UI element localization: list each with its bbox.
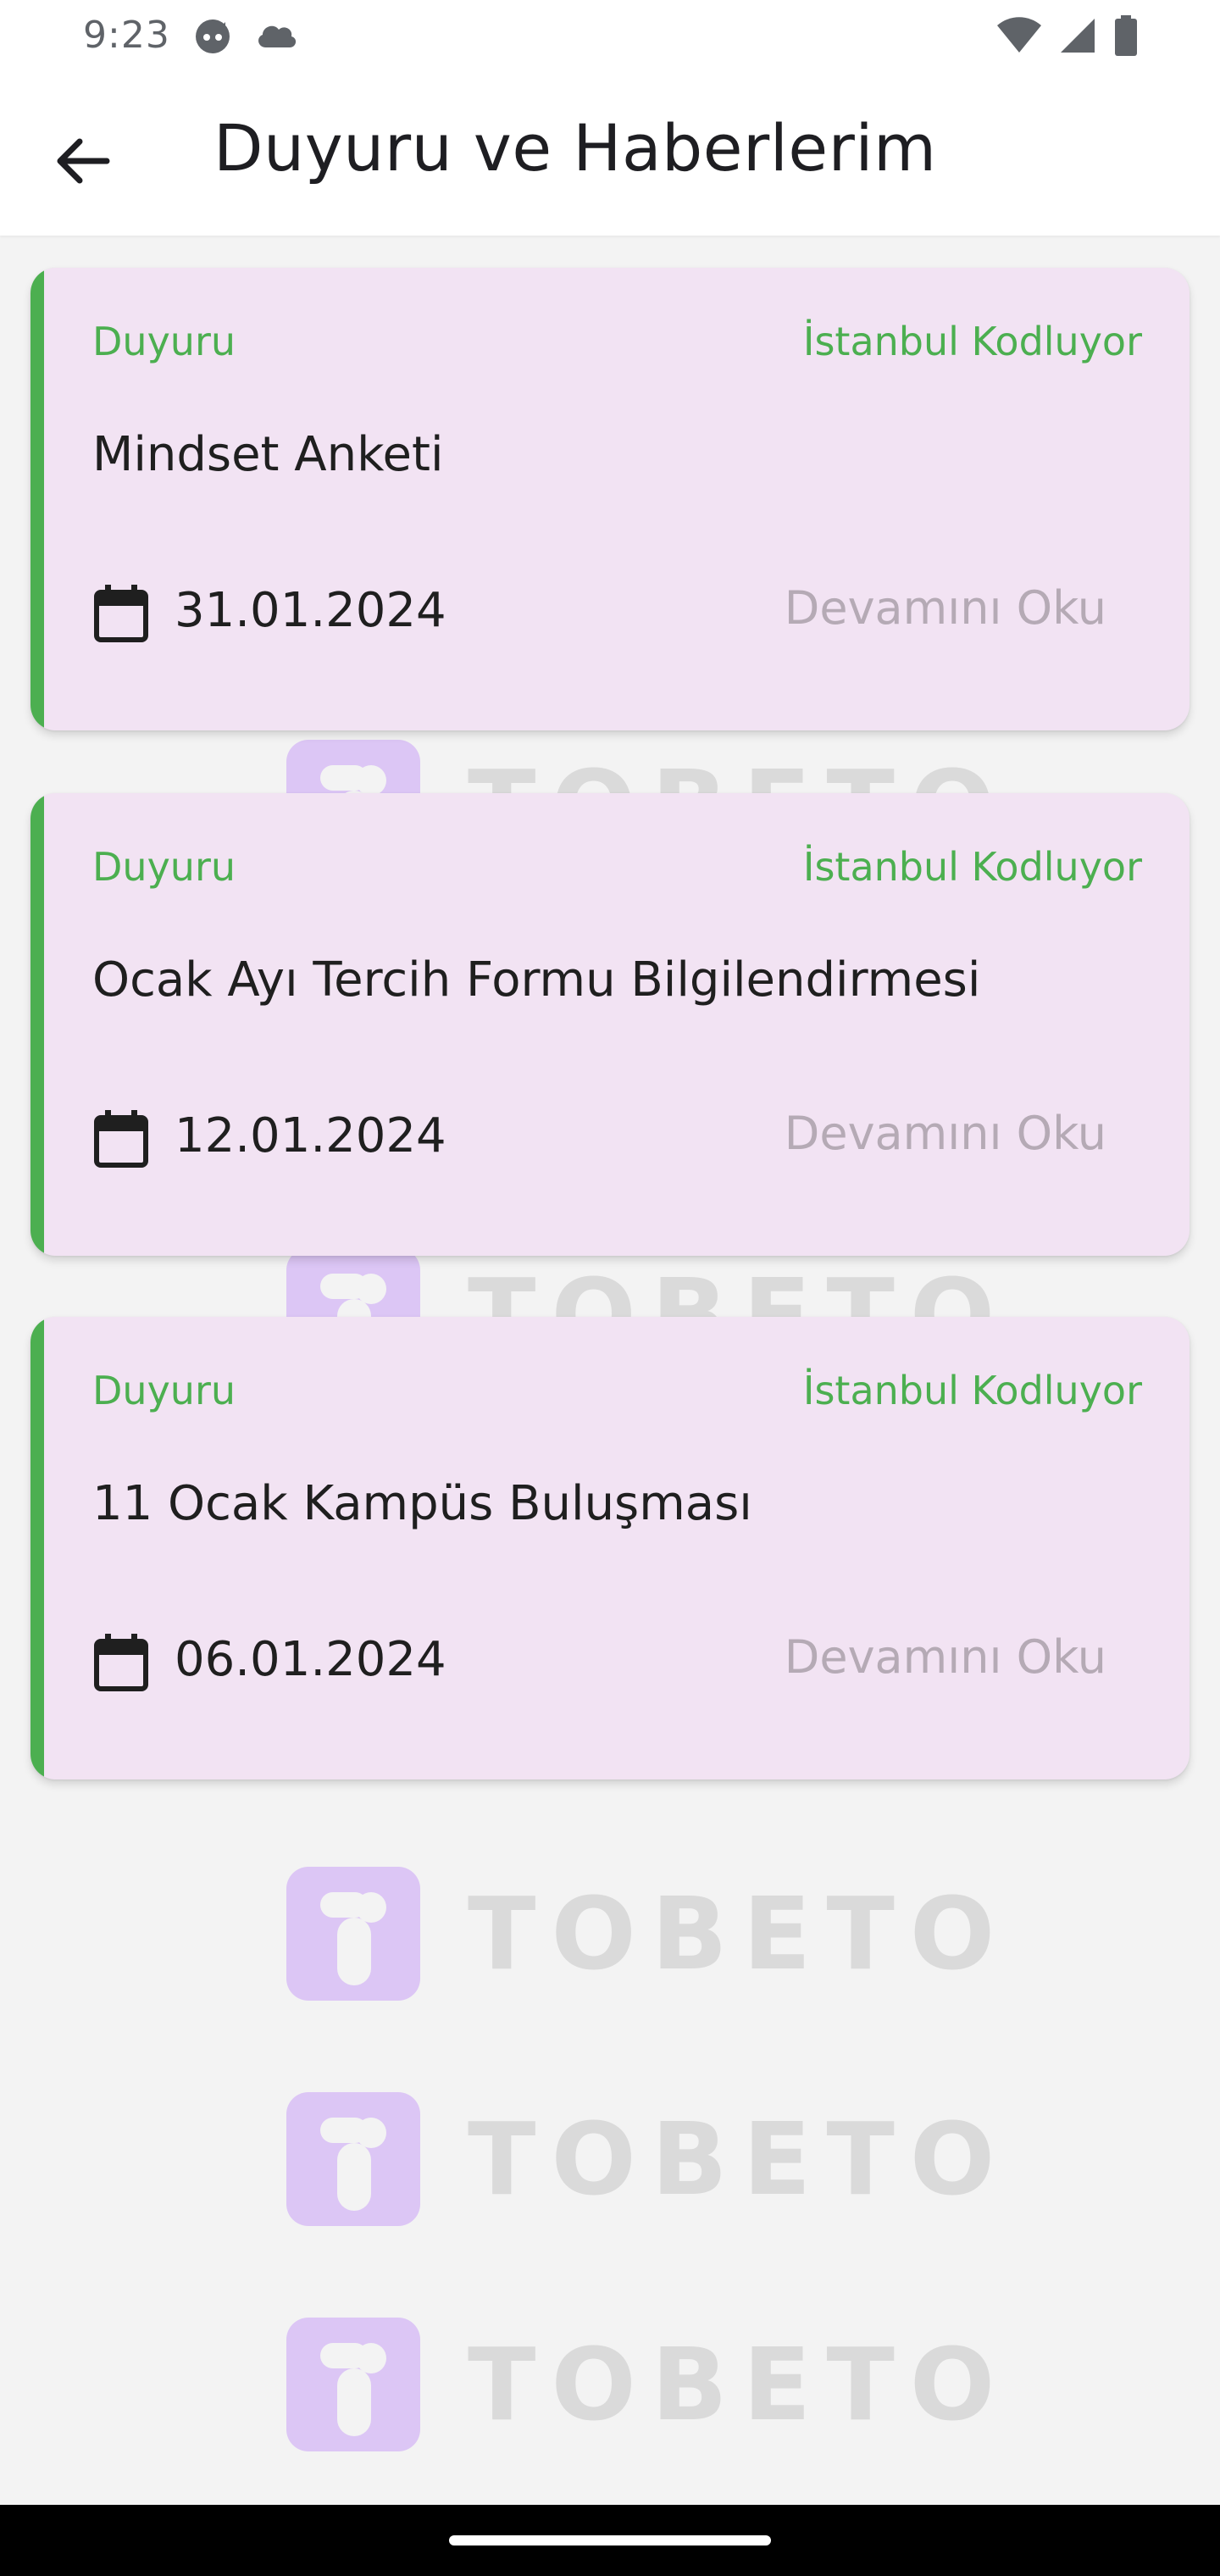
announcement-organization: İstanbul Kodluyor bbox=[802, 844, 1142, 890]
announcement-type: Duyuru bbox=[92, 844, 236, 890]
read-more-link[interactable]: Devamını Oku bbox=[785, 1107, 1106, 1160]
card-accent-bar bbox=[30, 1317, 44, 1779]
announcement-card[interactable]: Duyuru İstanbul Kodluyor Mindset Anketi … bbox=[30, 268, 1190, 730]
status-bar: 9:23 bbox=[0, 0, 1220, 75]
system-nav-bar bbox=[0, 2505, 1220, 2576]
announcement-title: Ocak Ayı Tercih Formu Bilgilendirmesi bbox=[92, 952, 981, 1008]
tobeto-logo-icon bbox=[286, 1867, 420, 2001]
announcement-date: 12.01.2024 bbox=[175, 1108, 446, 1163]
watermark-text: TOBETO bbox=[468, 1875, 1011, 1992]
status-time: 9:23 bbox=[83, 14, 170, 57]
announcement-organization: İstanbul Kodluyor bbox=[802, 319, 1142, 364]
announcement-card[interactable]: Duyuru İstanbul Kodluyor 11 Ocak Kampüs … bbox=[30, 1317, 1190, 1779]
page-title: Duyuru ve Haberlerim bbox=[214, 110, 937, 186]
read-more-link[interactable]: Devamını Oku bbox=[785, 581, 1106, 635]
announcement-type: Duyuru bbox=[92, 1368, 236, 1413]
tobeto-logo-icon bbox=[286, 2092, 420, 2226]
calendar-icon bbox=[94, 1110, 148, 1168]
announcement-organization: İstanbul Kodluyor bbox=[802, 1368, 1142, 1413]
back-button[interactable] bbox=[41, 119, 125, 203]
card-accent-bar bbox=[30, 268, 44, 730]
arrow-left-icon bbox=[57, 138, 110, 184]
read-more-link[interactable]: Devamını Oku bbox=[785, 1630, 1106, 1684]
watermark-logo: TOBETO bbox=[286, 2317, 995, 2452]
watermark-logo: TOBETO bbox=[286, 2091, 995, 2227]
home-gesture-handle[interactable] bbox=[449, 2535, 771, 2545]
tobeto-logo-icon bbox=[286, 2318, 420, 2451]
battery-icon bbox=[1113, 15, 1139, 59]
announcement-title: 11 Ocak Kampüs Buluşması bbox=[92, 1476, 752, 1531]
signal-icon bbox=[1059, 17, 1096, 58]
calendar-icon bbox=[94, 585, 148, 642]
announcement-type: Duyuru bbox=[92, 319, 236, 364]
card-accent-bar bbox=[30, 793, 44, 1256]
calendar-icon bbox=[94, 1634, 148, 1691]
face-icon bbox=[193, 17, 232, 59]
announcement-title: Mindset Anketi bbox=[92, 427, 444, 482]
announcement-date: 06.01.2024 bbox=[175, 1632, 446, 1687]
wifi-icon bbox=[996, 17, 1042, 58]
watermark-text: TOBETO bbox=[468, 2101, 1011, 2218]
cloud-icon bbox=[254, 20, 298, 53]
announcement-card[interactable]: Duyuru İstanbul Kodluyor Ocak Ayı Tercih… bbox=[30, 793, 1190, 1256]
announcement-date: 31.01.2024 bbox=[175, 583, 446, 638]
watermark-logo: TOBETO bbox=[286, 1866, 995, 2001]
watermark-text: TOBETO bbox=[468, 2326, 1011, 2443]
app-bar: Duyuru ve Haberlerim bbox=[0, 75, 1220, 236]
status-right-icons bbox=[996, 15, 1139, 59]
